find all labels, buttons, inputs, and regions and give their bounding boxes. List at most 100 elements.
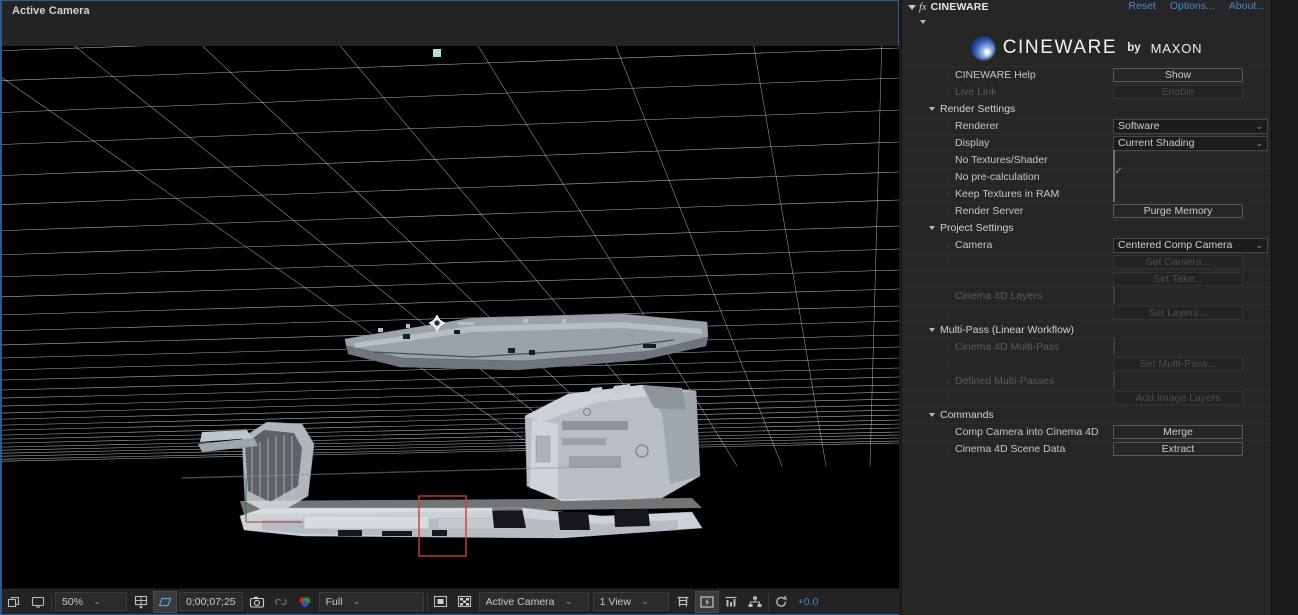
logo-product-name: CINEWARE bbox=[1002, 37, 1118, 58]
property-bullet-icon: · bbox=[947, 308, 950, 318]
row-cinema-4d-scene-data[interactable]: · Cinema 4D Scene Data Extract bbox=[902, 440, 1271, 457]
property-bullet-icon: · bbox=[947, 87, 950, 97]
row-keep-textures-in-ram[interactable]: · Keep Textures in RAM bbox=[902, 184, 1271, 203]
merge-button[interactable]: Merge bbox=[1113, 425, 1243, 439]
row-no-textures-shader[interactable]: · No Textures/Shader bbox=[902, 150, 1271, 169]
camera-snapshot-icon[interactable] bbox=[245, 591, 269, 613]
transparency-grid-icon[interactable] bbox=[453, 591, 477, 613]
row-set-layers: · Set Layers... bbox=[902, 304, 1271, 321]
exposure-value[interactable]: +0.0 bbox=[794, 596, 823, 608]
property-bullet-icon: · bbox=[947, 291, 950, 301]
keep-textures-in-ram-checkbox[interactable] bbox=[1113, 184, 1115, 203]
channel-rgb-icon[interactable] bbox=[293, 591, 317, 613]
row-no-precalculation[interactable]: · No pre-calculation bbox=[902, 167, 1271, 186]
effect-controls-content: fx CINEWARE Reset Options... About... CI… bbox=[901, 0, 1271, 615]
chevron-down-icon: ⌄ bbox=[641, 596, 649, 606]
defined-multi-passes-checkbox bbox=[1113, 371, 1115, 390]
view-layout-dropdown[interactable]: 1 View ⌄ bbox=[592, 592, 669, 611]
chevron-down-icon: ⌄ bbox=[352, 596, 361, 606]
comp-flowchart-icon[interactable] bbox=[743, 591, 767, 613]
reset-link[interactable]: Reset bbox=[1128, 0, 1155, 12]
cineware-logo: CINEWARE by MAXON bbox=[902, 30, 1271, 66]
panel-scroll-gutter[interactable] bbox=[1271, 0, 1298, 615]
viewport-header: Active Camera bbox=[2, 1, 898, 46]
chevron-down-icon: ⌄ bbox=[564, 596, 573, 606]
row-renderer[interactable]: · Renderer Software ⌄ bbox=[902, 117, 1271, 134]
timecode-display[interactable]: 0;00;07;25 bbox=[179, 592, 243, 611]
set-camera-button: Set Camera... bbox=[1113, 255, 1243, 269]
effect-header-row[interactable]: fx CINEWARE Reset Options... About... bbox=[902, 0, 1271, 14]
group-label: Commands bbox=[940, 409, 994, 421]
property-bullet-icon: · bbox=[947, 206, 950, 216]
group-multi-pass[interactable]: Multi-Pass (Linear Workflow) bbox=[902, 321, 1271, 338]
fx-badge-icon: fx bbox=[919, 1, 927, 13]
show-snapshot-icon[interactable] bbox=[269, 591, 293, 613]
row-render-server[interactable]: · Render Server Purge Memory bbox=[902, 202, 1271, 219]
resolution-value: Full bbox=[325, 595, 343, 608]
group-commands[interactable]: Commands bbox=[902, 406, 1271, 423]
group-render-settings[interactable]: Render Settings bbox=[902, 100, 1271, 117]
region-of-interest-icon[interactable] bbox=[153, 590, 177, 613]
zoom-value: 50% bbox=[62, 595, 84, 608]
property-bullet-icon: · bbox=[947, 138, 950, 148]
property-label: No Textures/Shader bbox=[955, 154, 1048, 166]
refresh-icon[interactable] bbox=[770, 591, 794, 613]
row-add-image-layers: · Add Image Layers bbox=[902, 389, 1271, 406]
timeline-graph-icon[interactable] bbox=[719, 591, 743, 613]
property-label: Display bbox=[955, 137, 990, 149]
disclosure-triangle-icon[interactable] bbox=[929, 328, 935, 332]
alpha-boundary-icon[interactable] bbox=[429, 591, 453, 613]
after-effects-window: Active Camera 50% ⌄ 0;00;07;25 Full ⌄ Ac… bbox=[0, 0, 1298, 615]
composition-stage[interactable] bbox=[2, 46, 899, 588]
zoom-dropdown[interactable]: 50% ⌄ bbox=[55, 592, 127, 611]
row-camera[interactable]: · Camera Centered Comp Camera ⌄ bbox=[902, 236, 1271, 253]
property-bullet-icon: · bbox=[947, 240, 950, 250]
view-camera-dropdown[interactable]: Active Camera ⌄ bbox=[478, 592, 589, 611]
purge-memory-button[interactable]: Purge Memory bbox=[1113, 204, 1243, 218]
disclosure-triangle-icon[interactable] bbox=[908, 4, 916, 10]
cinema-4d-layers-checkbox bbox=[1113, 286, 1115, 305]
disclosure-triangle-icon[interactable] bbox=[929, 226, 935, 230]
options-link[interactable]: Options... bbox=[1170, 0, 1215, 12]
chevron-down-icon: ⌄ bbox=[93, 596, 101, 606]
row-cineware-help[interactable]: · CINEWARE Help Show bbox=[902, 66, 1271, 83]
property-bullet-icon: · bbox=[947, 257, 950, 267]
property-bullet-icon: · bbox=[947, 427, 950, 437]
row-comp-camera-into-cinema-4d[interactable]: · Comp Camera into Cinema 4D Merge bbox=[902, 423, 1271, 440]
disclosure-triangle-icon[interactable] bbox=[929, 107, 935, 111]
extract-button[interactable]: Extract bbox=[1113, 442, 1243, 456]
row-display[interactable]: · Display Current Shading ⌄ bbox=[902, 134, 1271, 151]
enable-button: Enable bbox=[1113, 85, 1243, 99]
display-value: Current Shading bbox=[1118, 137, 1195, 149]
resolution-dropdown[interactable]: Full ⌄ bbox=[318, 592, 424, 611]
set-take-button: Set Take... bbox=[1113, 272, 1243, 286]
disclosure-triangle-icon[interactable] bbox=[920, 20, 926, 24]
chevron-down-icon: ⌄ bbox=[1255, 239, 1263, 250]
resolution-icon[interactable] bbox=[129, 591, 153, 613]
display-dropdown[interactable]: Current Shading ⌄ bbox=[1113, 135, 1268, 151]
fast-previews-icon[interactable] bbox=[694, 590, 719, 613]
chevron-down-icon: ⌄ bbox=[1255, 137, 1263, 148]
composition-viewport-panel[interactable]: Active Camera 50% ⌄ 0;00;07;25 Full ⌄ Ac… bbox=[0, 0, 899, 615]
about-link[interactable]: About... bbox=[1229, 0, 1265, 12]
property-bullet-icon: · bbox=[947, 121, 950, 131]
set-multi-pass-button: Set Multi-Pass... bbox=[1113, 357, 1243, 371]
viewport-bottom-toolbar[interactable]: 50% ⌄ 0;00;07;25 Full ⌄ Active Camera ⌄ … bbox=[2, 588, 899, 614]
monitor-icon[interactable] bbox=[26, 591, 50, 613]
property-label: Camera bbox=[955, 239, 993, 251]
logo-by-text: by bbox=[1127, 42, 1141, 54]
group-project-settings[interactable]: Project Settings bbox=[902, 219, 1271, 236]
camera-dropdown[interactable]: Centered Comp Camera ⌄ bbox=[1113, 237, 1268, 253]
view-camera-value: Active Camera bbox=[485, 595, 555, 608]
layers-icon[interactable] bbox=[2, 591, 26, 613]
guides-icon[interactable] bbox=[671, 591, 695, 613]
show-button[interactable]: Show bbox=[1113, 68, 1243, 82]
effect-subgroup-row[interactable] bbox=[902, 14, 1271, 30]
property-label: Cinema 4D Layers bbox=[955, 290, 1042, 302]
toolbar-divider bbox=[767, 592, 769, 611]
renderer-dropdown[interactable]: Software ⌄ bbox=[1113, 118, 1268, 134]
composition-marker[interactable] bbox=[433, 49, 441, 57]
property-label: Defined Multi-Passes bbox=[955, 375, 1055, 387]
model-lower-hull bbox=[239, 498, 703, 539]
disclosure-triangle-icon[interactable] bbox=[929, 413, 935, 417]
